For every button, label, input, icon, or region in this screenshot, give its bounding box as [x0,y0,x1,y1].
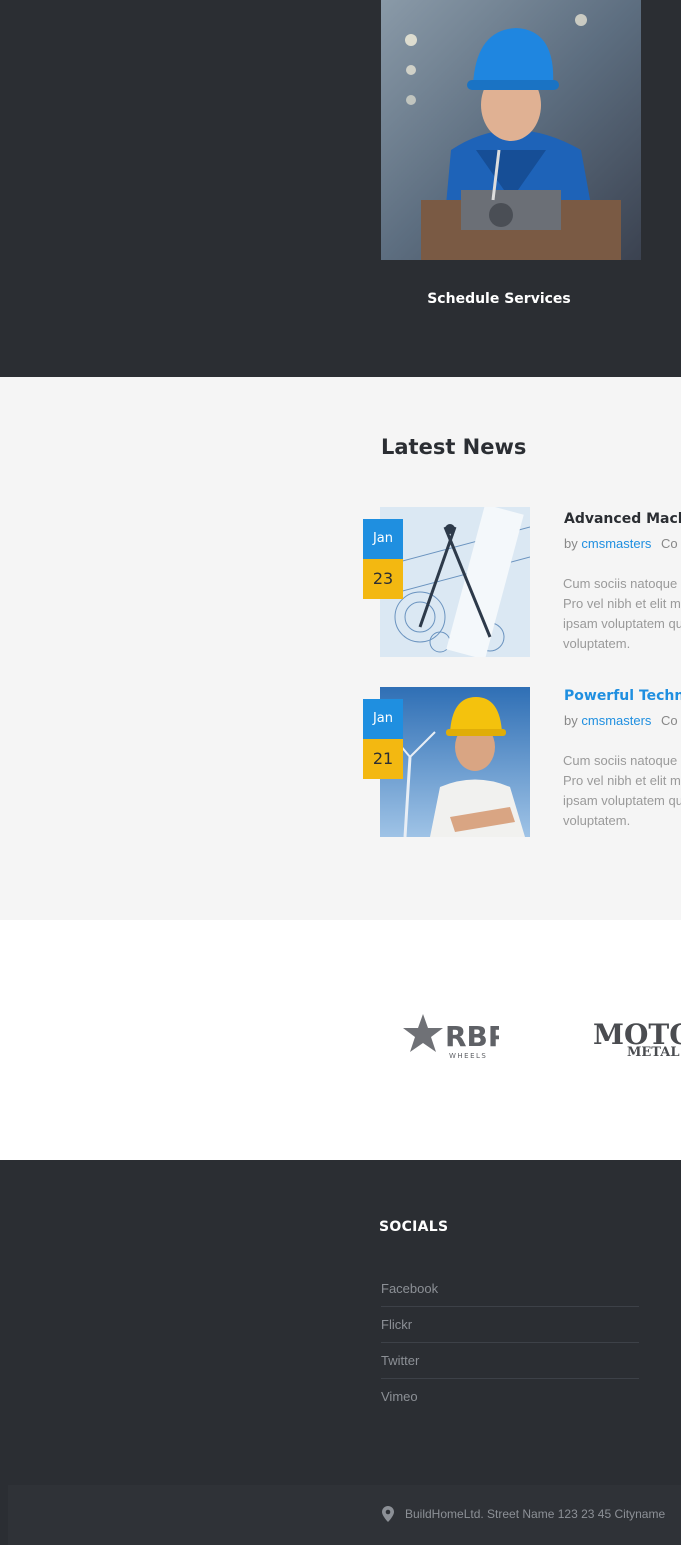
social-link-twitter[interactable]: Twitter [381,1352,639,1388]
post-author-link[interactable]: cmsmasters [581,713,651,728]
partner-logo-rbp[interactable]: RBP WHEELS [403,1012,508,1060]
social-link-vimeo[interactable]: Vimeo [381,1388,639,1424]
excerpt-line: ipsam voluptatem qu [563,793,681,808]
news-heading: Latest News [381,435,527,459]
post-category[interactable]: Co [661,713,678,728]
excerpt-line: voluptatem. [563,636,631,651]
post-date-month: Jan [363,699,403,739]
post-meta: by cmsmasters Co [564,536,678,551]
social-link-flickr[interactable]: Flickr [381,1316,639,1352]
service-title[interactable]: Schedule Services [381,291,617,307]
social-link-facebook[interactable]: Facebook [381,1280,639,1316]
post-title[interactable]: Powerful Techni [564,688,681,704]
divider [381,1306,639,1307]
excerpt-line: voluptatem. [563,813,631,828]
partner-logo-name: RBP [445,1020,499,1053]
partner-logo-moto-metal[interactable]: MOTO METAL [593,1016,681,1060]
excerpt-line: Cum sociis natoque [563,576,678,591]
socials-title: SOCIALS [379,1219,449,1235]
excerpt-line: Pro vel nibh et elit m [563,773,681,788]
divider [381,1342,639,1343]
post-date-day: 21 [363,739,403,779]
location-pin-icon [382,1506,394,1522]
service-photo[interactable] [381,0,641,260]
post-title[interactable]: Advanced Mach [564,511,681,527]
excerpt-line: Pro vel nibh et elit m [563,596,681,611]
post-date-day: 23 [363,559,403,599]
post-date-month: Jan [363,519,403,559]
post-excerpt: Cum sociis natoque Pro vel nibh et elit … [563,574,681,654]
post-meta-by: by [564,713,578,728]
post-author-link[interactable]: cmsmasters [581,536,651,551]
divider [381,1378,639,1379]
post-meta-by: by [564,536,578,551]
post-category[interactable]: Co [661,536,678,551]
post-excerpt: Cum sociis natoque Pro vel nibh et elit … [563,751,681,831]
partner-logo-sub: WHEELS [449,1052,487,1060]
excerpt-line: Cum sociis natoque [563,753,678,768]
partner-logo-sub: METAL [627,1045,680,1060]
partners-section [0,920,681,1160]
excerpt-line: ipsam voluptatem qu [563,616,681,631]
footer-address: BuildHomeLtd. Street Name 123 23 45 City… [405,1507,666,1521]
post-meta: by cmsmasters Co [564,713,678,728]
